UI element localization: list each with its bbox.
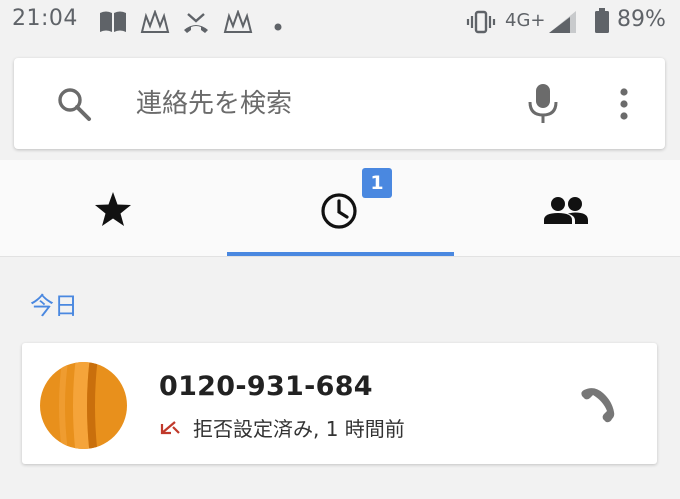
star-icon [95,192,131,226]
book-icon [98,10,128,38]
more-notifications-dot-icon [274,16,282,35]
microphone-icon[interactable] [528,84,558,128]
avatar [40,362,127,449]
battery-level: 89% [617,7,666,32]
tab-favorites[interactable] [0,160,227,256]
search-icon[interactable] [56,86,92,126]
signal-icon [548,10,578,38]
tab-bar: 1 [0,160,680,257]
battery-icon [594,8,610,38]
tab-recents[interactable]: 1 [227,160,454,256]
people-icon [544,197,588,224]
missed-calls-badge: 1 [362,168,392,198]
search-input[interactable] [134,82,498,126]
tab-contacts[interactable] [454,160,680,256]
more-options-icon[interactable] [619,88,629,124]
missed-call-icon [182,10,210,38]
call-status-text: 拒否設定済み, 1 時間前 [193,417,405,441]
caller-number: 0120-931-684 [159,371,373,402]
status-time: 21:04 [12,6,78,31]
call-log-item[interactable]: 0120-931-684 拒否設定済み, 1 時間前 [22,343,657,464]
blocked-call-icon [160,421,180,435]
status-bar: 21:04 4G+ 89% [0,0,680,44]
notification-icon [140,9,170,38]
search-bar[interactable] [14,58,665,149]
tab-selected-indicator [227,252,454,256]
network-type: 4G+ [505,10,546,31]
section-header-today: 今日 [30,292,78,320]
phone-icon[interactable] [572,379,620,427]
notification-icon [223,9,253,38]
clock-icon [321,193,357,229]
vibrate-icon [466,10,496,38]
